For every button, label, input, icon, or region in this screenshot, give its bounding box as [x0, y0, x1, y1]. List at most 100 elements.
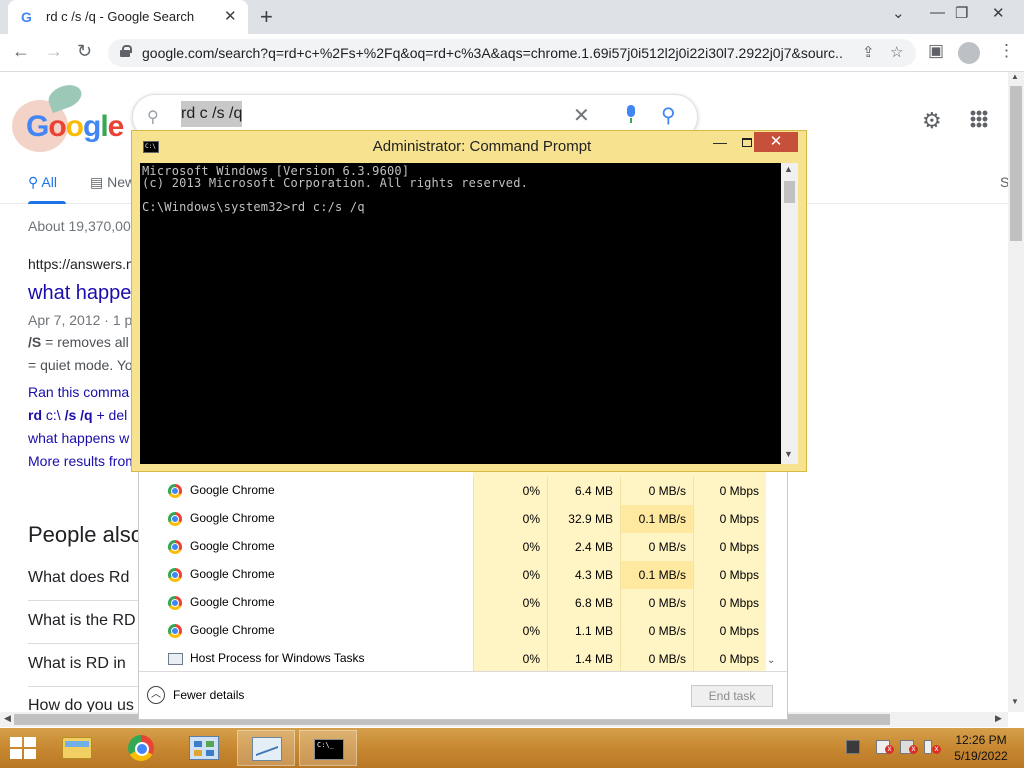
process-memory: 1.4 MB	[547, 645, 620, 673]
action-center-flag-icon[interactable]	[876, 740, 894, 754]
process-row[interactable]: Google Chrome 0% 2.4 MB 0 MB/s 0 Mbps	[139, 533, 775, 561]
paa-question[interactable]: What does Rd	[28, 569, 129, 587]
paa-question[interactable]: How do you us	[28, 697, 134, 712]
start-pane	[24, 749, 36, 759]
cmd-console-area[interactable]: Microsoft Windows [Version 6.3.9600] (c)…	[140, 163, 781, 464]
process-list-scroll-down-icon[interactable]: ⌄	[767, 655, 775, 666]
tab-news[interactable]: ▤ New	[90, 174, 135, 191]
taskbar-control-panel[interactable]	[175, 730, 233, 766]
process-network: 0 Mbps	[693, 617, 766, 645]
scroll-up-arrow-icon[interactable]: ▲	[1011, 72, 1019, 81]
cmd-scroll-thumb[interactable]	[784, 181, 795, 203]
page-vertical-scroll-thumb[interactable]	[1010, 86, 1022, 241]
sitelink-ran-this-command[interactable]: Ran this comma	[28, 384, 129, 400]
taskbar-clock[interactable]: 12:26 PM 5/19/2022	[946, 732, 1016, 764]
process-cpu: 0%	[473, 617, 547, 645]
browser-tab-google-search[interactable]: G rd c /s /q - Google Search ✕	[8, 0, 248, 34]
cmd-vertical-scrollbar[interactable]	[781, 163, 798, 464]
window-close-icon[interactable]: ✕	[992, 4, 1005, 22]
clear-search-icon[interactable]: ✕	[573, 103, 590, 128]
tab-settings-partial[interactable]: S	[1000, 174, 1008, 190]
process-row[interactable]: Google Chrome 0% 6.8 MB 0 MB/s 0 Mbps	[139, 589, 775, 617]
process-disk: 0.1 MB/s	[620, 561, 693, 589]
process-row[interactable]: Google Chrome 0% 4.3 MB 0.1 MB/s 0 Mbps	[139, 561, 775, 589]
minimize-icon[interactable]: —	[930, 4, 945, 21]
new-tab-plus-icon[interactable]: +	[260, 4, 273, 30]
fewer-details-link[interactable]: Fewer details	[173, 688, 244, 702]
tab-all[interactable]: ⚲ All	[28, 174, 57, 191]
result-title-link[interactable]: what happe	[28, 282, 131, 305]
address-bar[interactable]: google.com/search?q=rd+c+%2Fs+%2Fq&oq=rd…	[108, 39, 916, 67]
paa-question[interactable]: What is RD in	[28, 655, 126, 673]
sitelink-bold: /s	[64, 407, 77, 423]
back-arrow-icon[interactable]: ←	[12, 41, 30, 62]
share-icon[interactable]: ⇪	[862, 43, 875, 61]
reload-icon[interactable]: ↻	[77, 41, 92, 62]
chrome-icon	[168, 484, 182, 498]
result-cite-url[interactable]: https://answers.m	[28, 256, 138, 272]
process-cpu: 0%	[473, 505, 547, 533]
sitelink-bold: rd	[28, 407, 42, 423]
address-url[interactable]: google.com/search?q=rd+c+%2Fs+%2Fq&oq=rd…	[142, 45, 842, 61]
result-snippet-line-2: = quiet mode. Yo	[28, 357, 133, 373]
cmd-scroll-down-icon[interactable]: ▼	[784, 449, 793, 459]
sitelink-what-happens[interactable]: what happens w	[28, 430, 129, 446]
restore-icon[interactable]: ❐	[955, 4, 968, 22]
scroll-right-arrow-icon[interactable]: ▶	[995, 713, 1002, 724]
more-results-link[interactable]: More results from	[28, 453, 137, 469]
taskbar-file-explorer[interactable]	[48, 730, 106, 766]
process-row[interactable]: Google Chrome 0% 6.4 MB 0 MB/s 0 Mbps	[139, 477, 775, 505]
taskbar-command-prompt[interactable]	[299, 730, 357, 766]
tab-partial-label: S	[1000, 174, 1008, 190]
scroll-down-arrow-icon[interactable]: ▼	[1011, 697, 1019, 706]
process-row[interactable]: Google Chrome 0% 1.1 MB 0 MB/s 0 Mbps	[139, 617, 775, 645]
collapse-chevron-up-icon[interactable]: ︿	[147, 686, 165, 704]
cmd-scroll-up-icon[interactable]: ▲	[784, 164, 793, 174]
network-error-icon[interactable]	[900, 740, 918, 754]
process-network: 0 Mbps	[693, 505, 766, 533]
paa-question[interactable]: What is the RD	[28, 612, 136, 630]
volume-muted-icon[interactable]	[924, 740, 941, 754]
tray-desktop-icon[interactable]	[846, 740, 860, 754]
taskbar-task-manager[interactable]	[237, 730, 295, 766]
lock-icon[interactable]	[120, 45, 132, 57]
cmd-minimize-icon[interactable]: —	[706, 134, 734, 154]
forward-arrow-icon[interactable]: →	[45, 41, 63, 62]
settings-gear-icon[interactable]: ⚙	[922, 108, 942, 134]
taskbar-google-chrome[interactable]	[113, 730, 171, 766]
google-apps-grid-icon[interactable]	[970, 110, 988, 128]
process-row[interactable]: Google Chrome 0% 32.9 MB 0.1 MB/s 0 Mbps	[139, 505, 775, 533]
chrome-icon	[128, 735, 154, 761]
browser-toolbar: ← → ↻ google.com/search?q=rd+c+%2Fs+%2Fq…	[0, 34, 1024, 72]
process-name: Host Process for Windows Tasks	[190, 651, 365, 665]
search-submit-icon[interactable]: ⚲	[661, 103, 676, 128]
process-disk: 0 MB/s	[620, 617, 693, 645]
process-name: Google Chrome	[190, 595, 275, 609]
search-input[interactable]: rd c /s /q	[181, 101, 243, 127]
snippet-text: = removes all	[41, 334, 129, 350]
command-prompt-window[interactable]: Administrator: Command Prompt — ✕ Micros…	[131, 130, 807, 472]
profile-avatar-icon[interactable]	[958, 42, 980, 64]
voice-search-mic-icon[interactable]	[625, 105, 637, 125]
cmd-close-icon[interactable]: ✕	[754, 132, 798, 152]
sitelink-rd-c-s-q[interactable]: rd c:\ /s /q + del	[28, 407, 127, 423]
process-row[interactable]: Host Process for Windows Tasks 0% 1.4 MB…	[139, 645, 775, 673]
doodle-leaf	[45, 80, 85, 114]
tab-close-icon[interactable]: ✕	[224, 7, 237, 25]
result-snippet-line-1: /S = removes all	[28, 334, 129, 350]
google-logo-icon: Google	[26, 110, 124, 143]
google-doodle-logo[interactable]: Google	[12, 80, 124, 152]
scroll-left-arrow-icon[interactable]: ◀	[4, 713, 11, 724]
start-pane	[10, 749, 22, 759]
side-panel-icon[interactable]: ▣	[928, 41, 944, 61]
chrome-icon	[168, 568, 182, 582]
end-task-button[interactable]: End task	[691, 685, 773, 707]
bookmark-star-icon[interactable]: ☆	[890, 43, 903, 61]
browser-menu-kebab-icon[interactable]: ⋮	[998, 41, 1015, 61]
process-network: 0 Mbps	[693, 477, 766, 505]
process-network: 0 Mbps	[693, 561, 766, 589]
tab-search-chevron-down-icon[interactable]: ⌄	[892, 4, 905, 22]
start-pane	[24, 737, 36, 747]
process-disk: 0 MB/s	[620, 589, 693, 617]
windows-start-icon[interactable]	[10, 737, 37, 761]
